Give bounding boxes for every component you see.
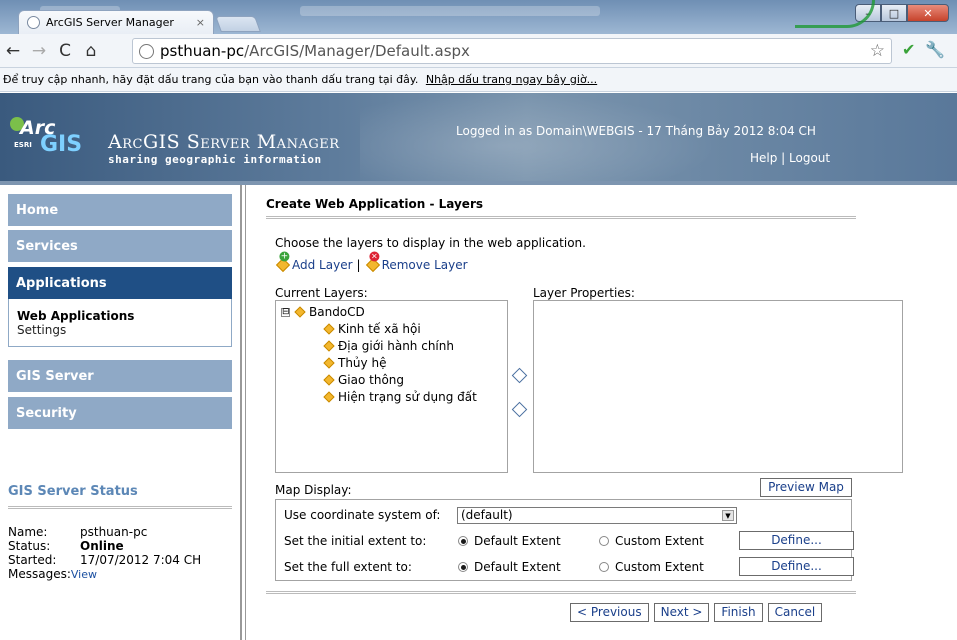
radio-selected-icon bbox=[458, 562, 468, 572]
previous-button[interactable]: < Previous bbox=[570, 603, 649, 622]
new-tab-button[interactable] bbox=[215, 16, 261, 32]
layer-group-icon bbox=[294, 306, 306, 318]
initial-define-button[interactable]: Define... bbox=[739, 531, 854, 550]
nav-services[interactable]: Services bbox=[8, 230, 232, 262]
sidebar: Home Services Applications Web Applicati… bbox=[0, 185, 240, 640]
bookmark-bar: Để truy cập nhanh, hãy đặt dấu trang của… bbox=[0, 68, 957, 92]
server-online: Online bbox=[80, 539, 124, 553]
url-path: /ArcGIS/Manager/Default.aspx bbox=[244, 42, 470, 60]
radio-unselected-icon bbox=[599, 536, 609, 546]
server-status: Name: psthuan-pc Status: Online Started: 17… bbox=[8, 525, 202, 581]
radio-selected-icon bbox=[458, 536, 468, 546]
current-layers-label: Current Layers: bbox=[275, 286, 368, 300]
initial-default-extent-radio[interactable]: Default Extent bbox=[458, 534, 561, 548]
layer-icon bbox=[323, 356, 335, 369]
full-define-button[interactable]: Define... bbox=[739, 557, 854, 576]
initial-extent-label: Set the initial extent to: bbox=[284, 534, 427, 548]
nav-security[interactable]: Security bbox=[8, 397, 232, 429]
tab-title: ArcGIS Server Manager bbox=[46, 16, 174, 29]
server-name: psthuan-pc bbox=[80, 525, 148, 539]
layer-icon bbox=[323, 373, 335, 386]
add-layer-link[interactable]: Add Layer bbox=[292, 258, 353, 272]
tree-layer-item[interactable]: Kinh tế xã hội bbox=[281, 320, 507, 337]
home-icon[interactable]: ⌂ bbox=[78, 41, 104, 61]
tree-root-label: BandoCD bbox=[309, 305, 365, 319]
next-button[interactable]: Next > bbox=[653, 603, 710, 622]
server-started: 17/07/2012 7:04 CH bbox=[80, 553, 202, 567]
sidebar-divider bbox=[240, 185, 246, 640]
full-default-extent-radio[interactable]: Default Extent bbox=[458, 560, 561, 574]
full-extent-label: Set the full extent to: bbox=[284, 560, 412, 574]
applications-submenu: Web Applications Settings bbox=[8, 299, 232, 347]
map-display-box: Use coordinate system of: (default) ▼ Se… bbox=[275, 499, 854, 581]
full-custom-extent-radio[interactable]: Custom Extent bbox=[599, 560, 704, 574]
layer-properties-label: Layer Properties: bbox=[533, 286, 635, 300]
layer-tree[interactable]: ⊟ BandoCD Kinh tế xã hội Địa giới hành c… bbox=[275, 300, 508, 473]
layer-properties-panel bbox=[533, 300, 903, 473]
bookmark-now-link[interactable]: Nhập dấu trang ngay bây giờ... bbox=[426, 73, 597, 86]
browser-toolbar: ← → C ⌂ psthuan-pc/ArcGIS/Manager/Defaul… bbox=[0, 34, 957, 68]
help-logout-links[interactable]: Help | Logout bbox=[750, 151, 830, 165]
tagline: sharing geographic information bbox=[108, 153, 322, 166]
back-arrow-icon[interactable]: ← bbox=[0, 41, 26, 61]
check-extension-icon[interactable]: ✔ bbox=[902, 40, 915, 59]
coord-system-select[interactable]: (default) ▼ bbox=[457, 507, 737, 524]
radio-unselected-icon bbox=[599, 562, 609, 572]
bookmark-star-icon[interactable]: ☆ bbox=[870, 41, 885, 61]
chevron-down-icon[interactable]: ▼ bbox=[722, 510, 734, 521]
nav-applications[interactable]: Applications bbox=[8, 267, 232, 299]
close-button[interactable]: ✕ bbox=[907, 4, 949, 22]
layer-icon bbox=[323, 390, 335, 403]
map-display-label: Map Display: bbox=[275, 483, 352, 497]
wizard-buttons: < Previous Next > Finish Cancel bbox=[570, 603, 823, 622]
status-title: GIS Server Status bbox=[8, 484, 138, 499]
browser-tab[interactable]: ArcGIS Server Manager × bbox=[18, 10, 214, 34]
nav-web-applications[interactable]: Web Applications bbox=[17, 309, 231, 323]
product-name: ArcGIS Server Manager bbox=[108, 131, 340, 153]
tab-close-icon[interactable]: × bbox=[196, 16, 205, 29]
maximize-button[interactable]: □ bbox=[881, 4, 907, 22]
logged-in-info: Logged in as Domain\WEBGIS - 17 Tháng Bả… bbox=[456, 124, 816, 138]
forward-arrow-icon[interactable]: → bbox=[26, 41, 52, 61]
tree-layer-item[interactable]: Thủy hệ bbox=[281, 354, 507, 371]
finish-button[interactable]: Finish bbox=[714, 603, 763, 622]
nav-home[interactable]: Home bbox=[8, 194, 232, 226]
main-content: Create Web Application - Layers Choose t… bbox=[262, 185, 903, 640]
url-host: psthuan-pc bbox=[160, 42, 245, 60]
initial-custom-extent-radio[interactable]: Custom Extent bbox=[599, 534, 704, 548]
tree-layer-item[interactable]: Hiện trạng sử dụng đất bbox=[281, 388, 507, 405]
preview-map-button[interactable]: Preview Map bbox=[760, 478, 852, 497]
tree-root[interactable]: ⊟ BandoCD bbox=[281, 304, 507, 320]
blurred-tabs bbox=[300, 6, 600, 16]
layer-icon bbox=[323, 322, 335, 335]
move-down-icon[interactable] bbox=[511, 401, 528, 418]
reload-icon[interactable]: C bbox=[52, 41, 78, 61]
globe-icon bbox=[27, 16, 40, 29]
nav-gis-server[interactable]: GIS Server bbox=[8, 360, 232, 392]
collapse-icon[interactable]: ⊟ bbox=[281, 307, 290, 317]
layer-icon bbox=[323, 339, 335, 352]
add-layer-icon: + bbox=[275, 251, 291, 273]
coord-system-label: Use coordinate system of: bbox=[284, 508, 441, 522]
instruction-text: Choose the layers to display in the web … bbox=[275, 236, 586, 250]
messages-view-link[interactable]: View bbox=[71, 568, 97, 581]
arcgis-logo: Arc GIS ESRI bbox=[10, 117, 96, 157]
wrench-icon[interactable]: 🔧 bbox=[925, 40, 945, 59]
coord-system-value: (default) bbox=[461, 508, 513, 522]
page-globe-icon bbox=[139, 43, 154, 59]
status-rule bbox=[8, 506, 232, 509]
tree-layer-item[interactable]: Giao thông bbox=[281, 371, 507, 388]
layer-actions: + Add Layer | × Remove Layer bbox=[275, 251, 468, 273]
cancel-button[interactable]: Cancel bbox=[767, 603, 823, 622]
page-title: Create Web Application - Layers bbox=[266, 197, 484, 211]
move-up-icon[interactable] bbox=[511, 367, 528, 384]
remove-layer-icon: × bbox=[365, 251, 380, 273]
address-bar[interactable]: psthuan-pc/ArcGIS/Manager/Default.aspx ☆ bbox=[132, 38, 892, 64]
remove-layer-link[interactable]: Remove Layer bbox=[382, 258, 468, 272]
tree-layer-item[interactable]: Địa giới hành chính bbox=[281, 337, 507, 354]
bookmark-hint: Để truy cập nhanh, hãy đặt dấu trang của… bbox=[3, 73, 419, 86]
app-header: Arc GIS ESRI ArcGIS Server Manager shari… bbox=[0, 93, 957, 181]
nav-settings[interactable]: Settings bbox=[17, 323, 231, 337]
